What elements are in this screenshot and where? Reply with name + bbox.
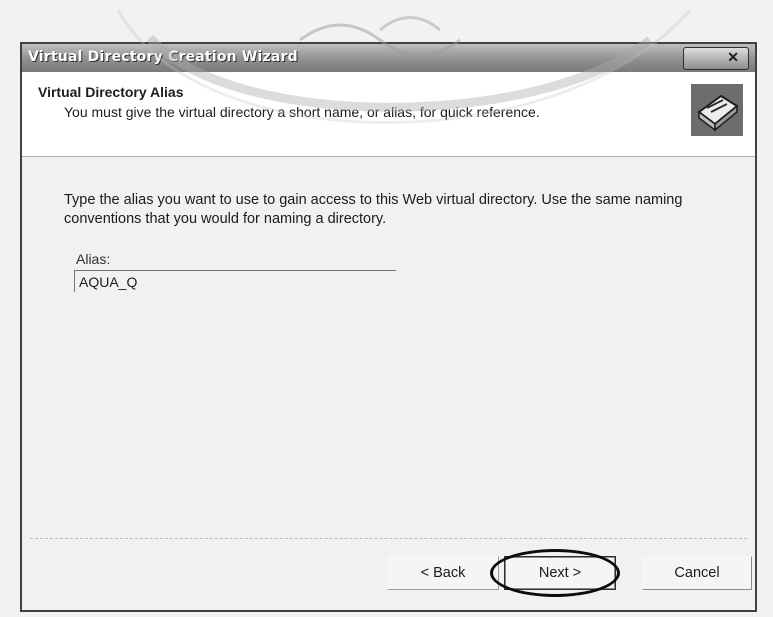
alias-input[interactable]: [74, 270, 396, 292]
window-title: Virtual Directory Creation Wizard: [28, 49, 298, 65]
page-title: Virtual Directory Alias: [38, 84, 184, 100]
cancel-button[interactable]: Cancel: [642, 556, 752, 590]
wizard-dialog: Virtual Directory Creation Wizard ✕ Virt…: [20, 42, 757, 612]
back-button[interactable]: < Back: [387, 556, 499, 590]
close-icon: ✕: [727, 49, 739, 65]
alias-label: Alias:: [76, 251, 111, 267]
title-bar[interactable]: Virtual Directory Creation Wizard ✕: [22, 44, 755, 73]
instructions-text: Type the alias you want to use to gain a…: [64, 192, 683, 227]
wizard-book-icon: [691, 84, 743, 136]
next-button[interactable]: Next >: [504, 556, 616, 590]
close-button[interactable]: ✕: [683, 47, 749, 70]
page-subtitle: You must give the virtual directory a sh…: [64, 104, 540, 120]
footer-divider: [30, 538, 747, 539]
wizard-header: Virtual Directory Alias You must give th…: [22, 72, 755, 157]
